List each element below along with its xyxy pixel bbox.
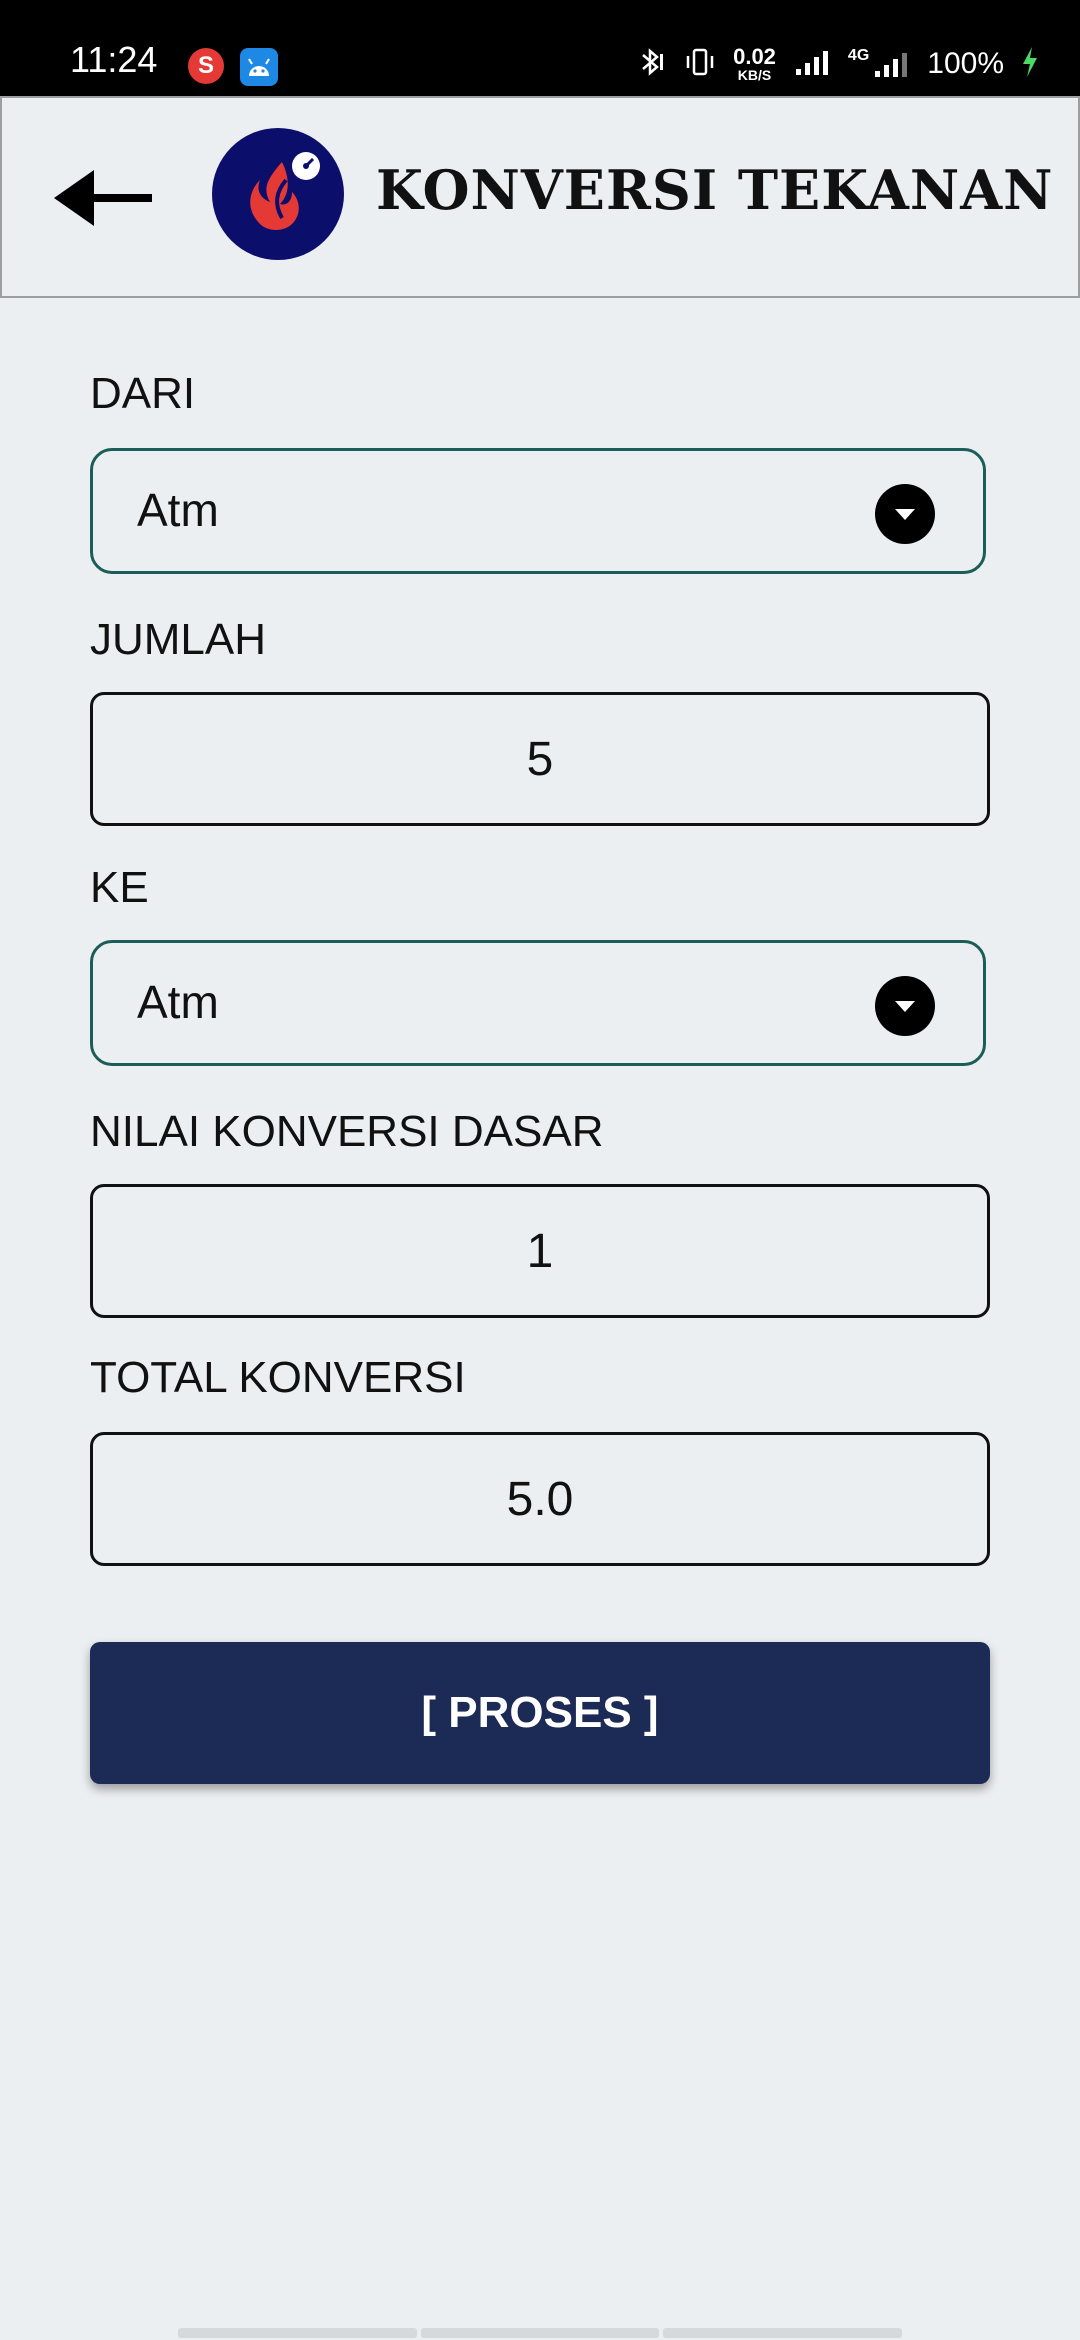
battery-percentage: 100% — [927, 47, 1004, 80]
status-bar: 11:24 S 0.02 KB/S 4G 100% — [0, 0, 1080, 96]
amount-input[interactable]: 5 — [90, 692, 990, 826]
status-right-group: 0.02 KB/S 4G 100% — [633, 44, 1040, 84]
chevron-down-icon — [875, 484, 935, 544]
base-conversion-field[interactable]: 1 — [90, 1184, 990, 1318]
network-type: 4G — [847, 47, 870, 64]
page-title: KONVERSI TEKANAN — [376, 158, 1054, 222]
charging-icon — [1020, 45, 1040, 84]
signal-icon — [792, 45, 832, 84]
to-label: KE — [90, 863, 149, 912]
notification-s-icon: S — [188, 48, 224, 84]
from-unit-select[interactable]: Atm — [90, 448, 986, 574]
android-notification-icon — [240, 48, 278, 86]
to-unit-value: Atm — [137, 976, 219, 1028]
total-conversion-label: TOTAL KONVERSI — [90, 1353, 466, 1402]
amount-label: JUMLAH — [90, 615, 267, 664]
process-button[interactable]: [ PROSES ] — [90, 1642, 990, 1784]
base-conversion-label: NILAI KONVERSI DASAR — [90, 1107, 604, 1156]
from-label: DARI — [90, 369, 196, 418]
chevron-down-icon — [875, 976, 935, 1036]
nav-segment — [663, 2328, 903, 2338]
vibrate-icon — [683, 45, 717, 84]
app-bar: KONVERSI TEKANAN — [0, 96, 1080, 298]
signal-4g-icon: 4G — [848, 47, 911, 81]
network-speed-value: 0.02 — [733, 44, 776, 69]
flame-gauge-logo-icon — [250, 152, 320, 230]
arrow-left-icon — [54, 170, 152, 226]
status-time: 11:24 — [70, 39, 158, 80]
to-unit-select[interactable]: Atm — [90, 940, 986, 1066]
from-unit-value: Atm — [137, 484, 219, 536]
gesture-navigation-bar — [178, 2328, 903, 2338]
nav-segment — [178, 2328, 417, 2338]
total-conversion-field[interactable]: 5.0 — [90, 1432, 990, 1566]
back-button[interactable] — [42, 153, 162, 243]
network-speed: 0.02 KB/S — [733, 44, 776, 83]
app-logo — [212, 128, 344, 260]
bluetooth-icon — [633, 45, 667, 84]
network-speed-unit: KB/S — [737, 67, 772, 83]
nav-segment — [420, 2328, 660, 2338]
